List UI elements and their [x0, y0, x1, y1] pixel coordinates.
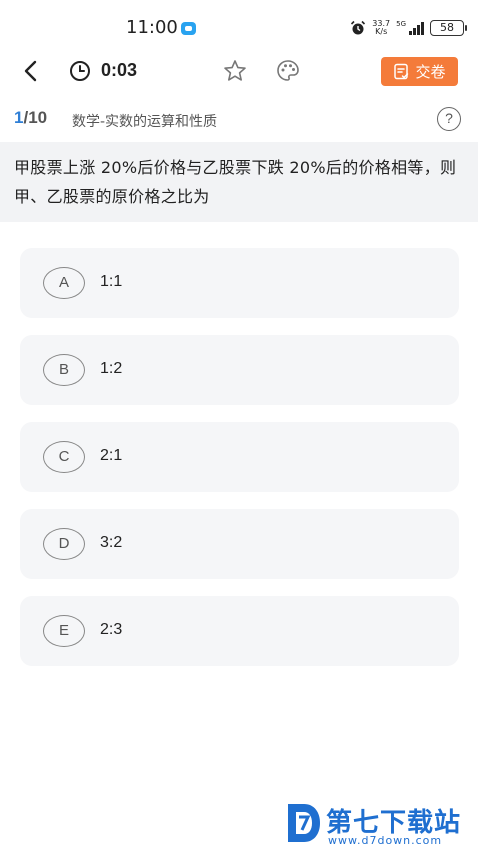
- option-b[interactable]: B 1:2: [20, 335, 459, 405]
- net-speed-unit: K/s: [375, 27, 388, 36]
- watermark-logo-icon: [288, 804, 320, 842]
- answer-options: A 1:1 B 1:2 C 2:1 D 3:2 E 2:3: [20, 248, 459, 683]
- battery-indicator: 58: [430, 20, 467, 36]
- top-nav: 0:03 交卷: [0, 48, 478, 94]
- progress-total: /10: [23, 108, 48, 127]
- option-letter: D: [43, 528, 85, 560]
- option-letter: A: [43, 267, 85, 299]
- answer-sheet-icon: [394, 63, 409, 80]
- option-letter: B: [43, 354, 85, 386]
- option-text: 1:1: [100, 273, 123, 290]
- help-question-icon[interactable]: ?: [437, 107, 461, 131]
- submit-exam-button[interactable]: 交卷: [381, 57, 458, 86]
- option-text: 3:2: [100, 534, 123, 551]
- option-e[interactable]: E 2:3: [20, 596, 459, 666]
- elapsed-timer: 0:03: [101, 60, 138, 80]
- watermark-url: www.d7down.com: [328, 834, 443, 847]
- network-speed: 33.7 K/s: [372, 20, 390, 36]
- question-box: 甲股票上涨 20%后价格与乙股票下跌 20%后的价格相等，则甲、乙股票的原价格之…: [0, 142, 478, 222]
- progress-row: 1/10 数学-实数的运算和性质 ?: [0, 100, 478, 138]
- signal-label: 5G: [396, 20, 406, 28]
- status-indicators: 33.7 K/s 5G 58: [350, 18, 467, 38]
- question-text: 甲股票上涨 20%后价格与乙股票下跌 20%后的价格相等，则甲、乙股票的原价格之…: [14, 158, 457, 206]
- alarm-clock-icon: [351, 20, 366, 35]
- signal-strength-icon: 5G: [396, 21, 424, 35]
- option-c[interactable]: C 2:1: [20, 422, 459, 492]
- option-text: 2:1: [100, 447, 123, 464]
- palette-theme-icon[interactable]: [275, 58, 301, 84]
- option-a[interactable]: A 1:1: [20, 248, 459, 318]
- option-letter: E: [43, 615, 85, 647]
- site-watermark: 第七下载站 www.d7down.com: [284, 800, 474, 850]
- back-arrow-icon[interactable]: [18, 58, 44, 84]
- status-time: 11:00: [126, 17, 178, 38]
- clock-icon: [70, 61, 90, 81]
- submit-label: 交卷: [415, 63, 446, 81]
- message-notification-icon: [181, 22, 196, 35]
- star-favorite-icon[interactable]: [222, 58, 248, 84]
- section-title: 数学-实数的运算和性质: [72, 114, 218, 130]
- option-text: 2:3: [100, 621, 123, 638]
- status-bar: 11:00 33.7 K/s 5G 58: [0, 0, 478, 48]
- question-progress: 1/10: [14, 108, 47, 128]
- option-d[interactable]: D 3:2: [20, 509, 459, 579]
- option-letter: C: [43, 441, 85, 473]
- option-text: 1:2: [100, 360, 123, 377]
